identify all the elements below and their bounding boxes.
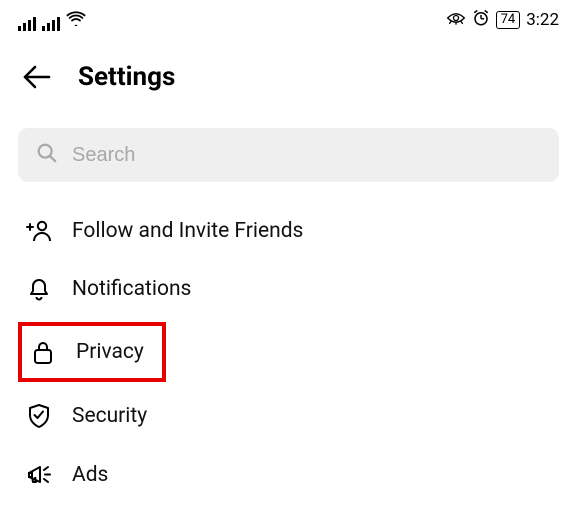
menu-label: Notifications [72, 277, 191, 301]
menu-label: Security [72, 404, 147, 428]
wifi-icon [66, 10, 86, 31]
menu-ads[interactable]: Ads [18, 446, 571, 504]
alarm-icon [472, 9, 490, 32]
menu-follow-invite[interactable]: Follow and Invite Friends [18, 202, 571, 260]
search-box[interactable] [18, 128, 559, 182]
battery-icon: 74 [496, 11, 521, 29]
settings-menu: Follow and Invite Friends Notifications … [0, 188, 577, 504]
menu-privacy[interactable]: Privacy [24, 334, 148, 370]
menu-notifications[interactable]: Notifications [18, 260, 571, 318]
page-title: Settings [78, 62, 175, 92]
status-left [18, 10, 86, 31]
megaphone-icon [24, 462, 54, 488]
status-time: 3:22 [526, 10, 559, 30]
header: Settings [0, 36, 577, 116]
menu-security[interactable]: Security [18, 386, 571, 446]
search-container [0, 116, 577, 188]
back-button[interactable] [22, 64, 52, 90]
bell-icon [24, 276, 54, 302]
shield-check-icon [24, 402, 54, 430]
lock-icon [28, 338, 58, 366]
status-right: 74 3:22 [446, 9, 559, 32]
search-icon [36, 142, 58, 168]
eye-comfort-icon [446, 10, 466, 31]
battery-percent: 74 [501, 12, 516, 28]
add-person-icon [24, 218, 54, 244]
status-bar: 74 3:22 [0, 0, 577, 36]
search-input[interactable] [72, 144, 541, 167]
menu-label: Ads [72, 463, 108, 487]
signal-sim2-icon [42, 15, 60, 31]
menu-label: Follow and Invite Friends [72, 219, 303, 243]
signal-sim1-icon [18, 15, 36, 31]
menu-label: Privacy [76, 340, 144, 364]
highlight-box: Privacy [18, 322, 166, 382]
